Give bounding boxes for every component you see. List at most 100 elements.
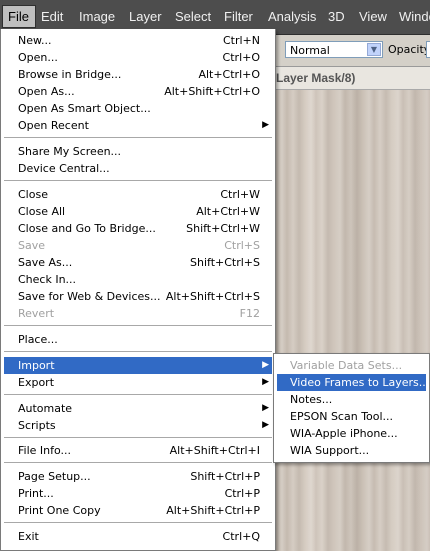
menu-3d[interactable]: 3D [328,9,345,24]
menu-item-import[interactable]: Import ▶ [4,357,272,374]
menu-item-label: File Info... [18,444,72,457]
menu-item-label: Close [18,188,48,201]
menu-item-label: Automate [18,402,73,415]
menu-item-close[interactable]: Close Ctrl+W [4,186,272,203]
menu-item-label: Page Setup... [18,470,91,483]
menu-item-shortcut: Ctrl+N [222,34,260,47]
submenu-arrow-icon: ▶ [262,360,269,370]
menu-item-place[interactable]: Place... [4,331,272,348]
menu-view[interactable]: View [359,9,387,24]
menu-item-scripts[interactable]: Scripts ▶ [4,417,272,434]
submenu-arrow-icon: ▶ [262,377,269,387]
menu-item-open-recent[interactable]: Open Recent ▶ [4,117,272,134]
menu-item-shortcut: Alt+Shift+Ctrl+S [165,290,260,303]
menu-item-label: Save for Web & Devices... [18,290,161,303]
submenu-item-variable-data-sets: Variable Data Sets... [277,357,426,374]
menu-image[interactable]: Image [79,9,115,24]
menu-item-shortcut: Alt+Shift+Ctrl+O [164,85,260,98]
menu-item-label: Print... [18,487,54,500]
menu-item-browse-in-bridge[interactable]: Browse in Bridge... Alt+Ctrl+O [4,66,272,83]
submenu-item-video-frames-to-layers[interactable]: Video Frames to Layers... [277,374,430,391]
menu-item-save: Save Ctrl+S [4,237,272,254]
submenu-item-label: WIA Support... [290,444,370,457]
menu-separator [4,437,272,438]
menu-item-open-as[interactable]: Open As... Alt+Shift+Ctrl+O [4,83,272,100]
menu-separator [4,351,272,352]
image-canvas[interactable] [276,90,430,551]
document-tab-title: Layer Mask/8) [276,71,356,85]
menu-layer[interactable]: Layer [129,9,162,24]
menu-item-save-as[interactable]: Save As... Shift+Ctrl+S [4,254,272,271]
menu-item-label: Share My Screen... [18,145,122,158]
menu-item-label: Scripts [18,419,56,432]
import-submenu: Variable Data Sets... Video Frames to La… [273,353,430,463]
opacity-label: Opacity: [388,43,430,56]
menu-item-shortcut: Shift+Ctrl+P [190,470,260,483]
blend-mode-value: Normal [290,44,330,57]
menu-item-shortcut: Ctrl+S [224,239,260,252]
menu-item-open[interactable]: Open... Ctrl+O [4,49,272,66]
menu-item-label: Open As... [18,85,75,98]
menu-select[interactable]: Select [175,9,211,24]
menu-item-label: Save [18,239,46,252]
menu-item-label: Revert [18,307,55,320]
menu-separator [4,522,272,523]
menu-item-check-in[interactable]: Check In... [4,271,272,288]
menu-separator [4,394,272,395]
menu-filter[interactable]: Filter [224,9,253,24]
opacity-input[interactable] [426,41,430,58]
menu-item-label: Import [18,359,55,372]
menu-item-label: New... [18,34,52,47]
menu-item-print[interactable]: Print... Ctrl+P [4,485,272,502]
submenu-arrow-icon: ▶ [262,120,269,130]
menu-item-export[interactable]: Export ▶ [4,374,272,391]
menu-item-label: Open... [18,51,58,64]
menu-item-close-and-go-to-bridge[interactable]: Close and Go To Bridge... Shift+Ctrl+W [4,220,272,237]
menu-item-new[interactable]: New... Ctrl+N [4,32,272,49]
menu-item-label: Device Central... [18,162,110,175]
submenu-item-wia-support[interactable]: WIA Support... [277,442,426,459]
menu-item-shortcut: Ctrl+W [220,188,260,201]
chevron-down-icon[interactable]: ▼ [367,43,381,56]
menu-item-label: Print One Copy [18,504,101,517]
menu-item-shortcut: F12 [239,307,260,320]
menu-file[interactable]: File [2,5,36,28]
menu-edit[interactable]: Edit [41,9,63,24]
menu-item-print-one-copy[interactable]: Print One Copy Alt+Shift+Ctrl+P [4,502,272,519]
menu-item-label: Open As Smart Object... [18,102,151,115]
menu-item-share-my-screen[interactable]: Share My Screen... [4,143,272,160]
menu-item-shortcut: Ctrl+O [222,51,260,64]
menu-item-file-info[interactable]: File Info... Alt+Shift+Ctrl+I [4,442,272,459]
menu-item-exit[interactable]: Exit Ctrl+Q [4,528,272,545]
menu-item-revert: Revert F12 [4,305,272,322]
menu-analysis[interactable]: Analysis [268,9,316,24]
menu-item-label: Exit [18,530,39,543]
menu-item-save-for-web[interactable]: Save for Web & Devices... Alt+Shift+Ctrl… [4,288,272,305]
submenu-item-label: EPSON Scan Tool... [290,410,394,423]
menu-item-shortcut: Ctrl+P [224,487,260,500]
menu-item-label: Check In... [18,273,77,286]
menu-item-shortcut: Alt+Shift+Ctrl+I [169,444,260,457]
menu-item-close-all[interactable]: Close All Alt+Ctrl+W [4,203,272,220]
document-tab[interactable]: Layer Mask/8) [276,67,430,90]
file-menu: New... Ctrl+N Open... Ctrl+O Browse in B… [0,29,276,551]
menu-item-label: Save As... [18,256,73,269]
submenu-arrow-icon: ▶ [262,420,269,430]
menu-item-shortcut: Alt+Ctrl+O [198,68,260,81]
menu-separator [4,462,272,463]
menu-separator [4,180,272,181]
menu-item-device-central[interactable]: Device Central... [4,160,272,177]
menu-item-page-setup[interactable]: Page Setup... Shift+Ctrl+P [4,468,272,485]
blend-mode-select[interactable]: Normal ▼ [285,41,383,58]
menu-item-automate[interactable]: Automate ▶ [4,400,272,417]
menu-file-label: File [8,9,29,24]
submenu-item-label: Video Frames to Layers... [290,376,430,389]
submenu-item-epson-scan-tool[interactable]: EPSON Scan Tool... [277,408,426,425]
submenu-item-notes[interactable]: Notes... [277,391,426,408]
menu-item-shortcut: Alt+Ctrl+W [196,205,260,218]
submenu-item-wia-apple-iphone[interactable]: WIA-Apple iPhone... [277,425,426,442]
menu-item-open-as-smart-object[interactable]: Open As Smart Object... [4,100,272,117]
menu-item-label: Close and Go To Bridge... [18,222,156,235]
options-bar: Normal ▼ Opacity: [276,35,430,67]
menu-window[interactable]: Windo [399,9,430,24]
